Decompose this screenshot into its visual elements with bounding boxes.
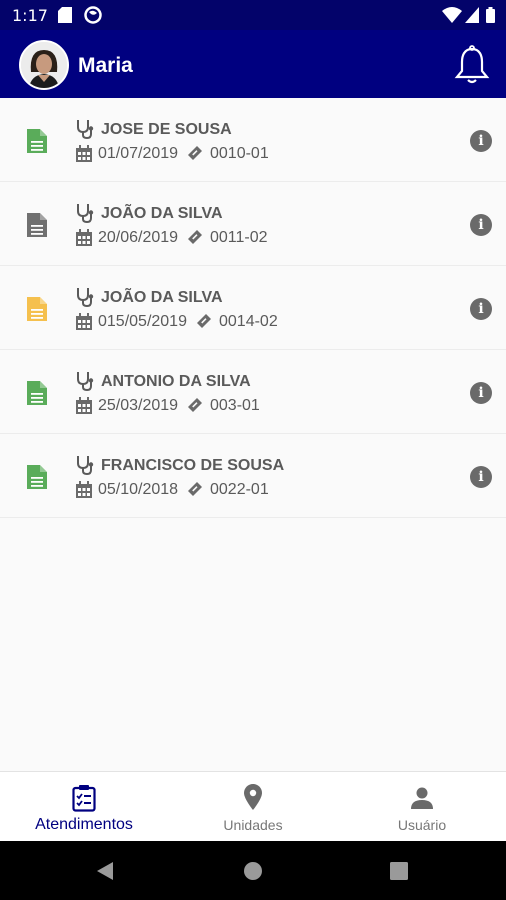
user-name: Maria bbox=[78, 54, 133, 77]
document-icon bbox=[27, 381, 47, 405]
calendar-icon bbox=[76, 145, 92, 162]
calendar-icon bbox=[76, 313, 92, 330]
recents-icon[interactable] bbox=[390, 862, 408, 880]
appointment-date: 25/03/2019 bbox=[98, 397, 179, 414]
appointment-date: 015/05/2019 bbox=[98, 313, 187, 330]
appointment-date: 05/10/2018 bbox=[98, 481, 179, 498]
signal-icon bbox=[465, 7, 479, 23]
person-icon bbox=[411, 787, 433, 809]
nav-label: Usuário bbox=[397, 817, 447, 833]
document-icon bbox=[27, 213, 47, 237]
document-icon bbox=[27, 465, 47, 489]
appointment-list: JOSE DE SOUSA 01/07/2019 0010-01 i JOÃO … bbox=[0, 98, 506, 518]
stethoscope-icon bbox=[77, 288, 94, 307]
clipboard-icon bbox=[72, 785, 96, 812]
ticket-icon bbox=[188, 146, 202, 160]
doctor-name: ANTONIO DA SILVA bbox=[101, 373, 251, 390]
appointment-date: 01/07/2019 bbox=[98, 145, 179, 162]
dnd-icon bbox=[84, 6, 102, 24]
info-icon[interactable]: i bbox=[470, 382, 492, 404]
info-icon[interactable]: i bbox=[470, 466, 492, 488]
info-icon[interactable]: i bbox=[470, 214, 492, 236]
ticket-icon bbox=[188, 482, 202, 496]
battery-icon bbox=[486, 7, 495, 23]
status-bar: 1:17 bbox=[0, 0, 506, 30]
bottom-navigation: Atendimentos Unidades Usuário bbox=[0, 771, 506, 841]
appointment-date: 20/06/2019 bbox=[98, 229, 179, 246]
nav-label: Unidades bbox=[223, 817, 283, 833]
doctor-name: JOÃO DA SILVA bbox=[101, 289, 223, 306]
appointment-code: 003-01 bbox=[210, 397, 260, 414]
calendar-icon bbox=[76, 397, 92, 414]
calendar-icon bbox=[76, 481, 92, 498]
sd-card-icon bbox=[58, 7, 72, 23]
list-item[interactable]: ANTONIO DA SILVA 25/03/2019 003-01 i bbox=[0, 350, 506, 434]
back-icon[interactable] bbox=[95, 861, 115, 881]
appointment-code: 0014-02 bbox=[219, 313, 278, 330]
doctor-name: JOÃO DA SILVA bbox=[101, 205, 223, 222]
appointment-code: 0022-01 bbox=[210, 481, 269, 498]
doctor-name: JOSE DE SOUSA bbox=[101, 121, 232, 138]
info-icon[interactable]: i bbox=[470, 298, 492, 320]
list-item[interactable]: JOÃO DA SILVA 015/05/2019 0014-02 i bbox=[0, 266, 506, 350]
app-bar: Maria bbox=[0, 30, 506, 98]
stethoscope-icon bbox=[77, 456, 94, 475]
stethoscope-icon bbox=[77, 372, 94, 391]
ticket-icon bbox=[188, 230, 202, 244]
notification-bell-icon[interactable] bbox=[454, 45, 490, 85]
stethoscope-icon bbox=[77, 204, 94, 223]
list-item[interactable]: JOÃO DA SILVA 20/06/2019 0011-02 i bbox=[0, 182, 506, 266]
avatar[interactable] bbox=[19, 40, 69, 90]
wifi-icon bbox=[442, 7, 462, 23]
appointment-code: 0010-01 bbox=[210, 145, 269, 162]
nav-usuario[interactable]: Usuário bbox=[338, 772, 506, 842]
nav-atendimentos[interactable]: Atendimentos bbox=[0, 772, 168, 842]
nav-label: Atendimentos bbox=[35, 816, 133, 833]
doctor-name: FRANCISCO DE SOUSA bbox=[101, 457, 285, 474]
ticket-icon bbox=[197, 314, 211, 328]
document-icon bbox=[27, 129, 47, 153]
calendar-icon bbox=[76, 229, 92, 246]
document-icon bbox=[27, 297, 47, 321]
list-item[interactable]: JOSE DE SOUSA 01/07/2019 0010-01 i bbox=[0, 98, 506, 182]
stethoscope-icon bbox=[77, 120, 94, 139]
nav-unidades[interactable]: Unidades bbox=[169, 772, 337, 842]
status-time: 1:17 bbox=[12, 6, 48, 25]
system-navigation-bar bbox=[0, 841, 506, 900]
map-pin-icon bbox=[244, 784, 262, 810]
ticket-icon bbox=[188, 398, 202, 412]
list-item[interactable]: FRANCISCO DE SOUSA 05/10/2018 0022-01 i bbox=[0, 434, 506, 518]
user-photo-icon bbox=[21, 42, 67, 88]
home-icon[interactable] bbox=[243, 861, 263, 881]
appointment-code: 0011-02 bbox=[210, 229, 268, 246]
info-icon[interactable]: i bbox=[470, 130, 492, 152]
